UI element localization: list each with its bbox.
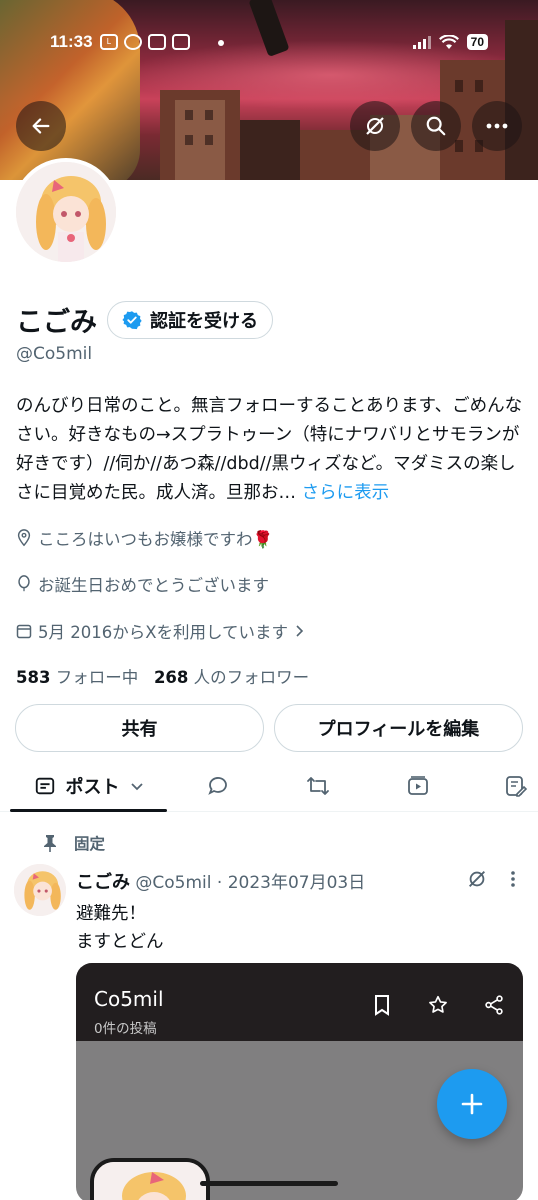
battery-icon: 70 bbox=[466, 34, 488, 50]
follow-stats: 583 フォロー中 268 人のフォロワー bbox=[16, 664, 309, 688]
share-button[interactable]: 共有 bbox=[15, 704, 264, 752]
post-author-handle[interactable]: @Co5mil bbox=[135, 873, 211, 893]
get-verified-button[interactable]: 認証を受ける bbox=[107, 300, 273, 339]
show-more-link[interactable]: さらに表示 bbox=[302, 483, 390, 503]
chevron-down-icon bbox=[130, 783, 143, 791]
home-indicator[interactable] bbox=[200, 1181, 338, 1186]
article-icon bbox=[506, 776, 528, 797]
more-options-button[interactable] bbox=[472, 101, 522, 151]
edit-profile-button[interactable]: プロフィールを編集 bbox=[274, 704, 523, 752]
share-icon bbox=[482, 993, 506, 1017]
post-date[interactable]: 2023年07月03日 bbox=[228, 873, 366, 893]
post-separator: · bbox=[216, 873, 223, 893]
alarm-icon bbox=[124, 34, 142, 50]
post-text-line: ますとどん bbox=[76, 932, 164, 952]
tab-media[interactable] bbox=[390, 760, 446, 812]
profile-birthday: お誕生日おめでとうございます bbox=[16, 572, 269, 596]
card-title: Co5mil bbox=[94, 987, 164, 1011]
star-icon bbox=[426, 993, 450, 1017]
pinned-indicator: 固定 bbox=[42, 832, 105, 854]
signal-icon bbox=[412, 35, 431, 49]
search-icon bbox=[426, 116, 446, 136]
app-icon bbox=[172, 34, 190, 50]
active-tab-indicator bbox=[10, 809, 167, 812]
chevron-right-icon bbox=[296, 625, 304, 637]
location-pin-icon bbox=[17, 529, 31, 547]
card-avatar bbox=[90, 1158, 210, 1200]
tab-posts[interactable]: ポスト bbox=[10, 760, 167, 812]
post-author-name[interactable]: こごみ bbox=[76, 872, 130, 893]
following-count: 583 bbox=[16, 668, 51, 687]
plus-icon bbox=[461, 1093, 483, 1115]
profile-handle: @Co5mil bbox=[16, 344, 93, 364]
pin-icon bbox=[44, 835, 56, 852]
tab-posts-label: ポスト bbox=[65, 777, 120, 798]
balloon-icon bbox=[18, 575, 30, 592]
pinned-label: 固定 bbox=[74, 835, 106, 853]
profile-banner[interactable] bbox=[0, 0, 538, 180]
profile-tabs: ポスト bbox=[0, 760, 538, 812]
status-time: 11:33 bbox=[50, 32, 93, 51]
wifi-icon bbox=[438, 34, 459, 49]
more-horizontal-icon bbox=[486, 123, 508, 129]
tab-reposts[interactable] bbox=[290, 760, 346, 812]
location-text: こころはいつもお嬢様ですわ🌹 bbox=[38, 530, 274, 549]
compose-post-button[interactable] bbox=[437, 1069, 507, 1139]
following-link[interactable]: 583 フォロー中 bbox=[16, 668, 138, 687]
search-button[interactable] bbox=[411, 101, 461, 151]
more-notifications-dot bbox=[218, 40, 224, 46]
profile-name: こごみ bbox=[16, 307, 97, 338]
card-subtitle: 0件の投稿 bbox=[94, 1021, 157, 1037]
repost-icon bbox=[307, 777, 329, 795]
bio-text: のんびり日常のこと。無言フォローすることあります、ごめんなさい。好きなもの→スプ… bbox=[16, 396, 523, 503]
tab-articles[interactable] bbox=[494, 760, 538, 812]
calendar-icon bbox=[16, 624, 32, 639]
arrow-left-icon bbox=[32, 118, 50, 134]
followers-count: 268 bbox=[153, 668, 189, 687]
birthday-text: お誕生日おめでとうございます bbox=[38, 576, 269, 595]
profile-bio: のんびり日常のこと。無言フォローすることあります、ごめんなさい。好きなもの→スプ… bbox=[16, 392, 526, 508]
back-button[interactable] bbox=[16, 101, 66, 151]
status-bar: 11:33 L 70 bbox=[0, 30, 538, 58]
profile-joined[interactable]: 5月 2016からXを利用しています bbox=[16, 619, 304, 643]
post-list-icon bbox=[35, 777, 54, 795]
notification-icons: L bbox=[100, 34, 190, 50]
video-icon bbox=[408, 776, 428, 795]
profile-avatar[interactable] bbox=[12, 158, 120, 266]
bookmark-icon bbox=[370, 993, 394, 1017]
joined-text: 5月 2016からXを利用しています bbox=[38, 623, 289, 642]
get-verified-label: 認証を受ける bbox=[150, 310, 258, 332]
post-author-avatar[interactable] bbox=[14, 864, 66, 916]
tab-replies[interactable] bbox=[190, 760, 246, 812]
more-vertical-icon[interactable] bbox=[509, 870, 517, 888]
cup-icon bbox=[148, 34, 166, 50]
grok-icon[interactable] bbox=[466, 868, 488, 890]
reply-icon bbox=[208, 777, 227, 795]
line-icon: L bbox=[100, 34, 118, 50]
verified-badge-icon bbox=[122, 310, 142, 329]
followers-link[interactable]: 268 人のフォロワー bbox=[154, 668, 309, 687]
post-text: 避難先！ ますとどん bbox=[76, 900, 164, 956]
profile-location: こころはいつもお嬢様ですわ🌹 bbox=[16, 526, 273, 550]
post-text-line: 避難先！ bbox=[76, 904, 146, 924]
followers-label: 人のフォロワー bbox=[193, 668, 310, 687]
post-header: こごみ @Co5mil · 2023年07月03日 bbox=[76, 868, 365, 894]
grok-icon bbox=[366, 117, 384, 135]
grok-button[interactable] bbox=[350, 101, 400, 151]
following-label: フォロー中 bbox=[55, 668, 139, 687]
